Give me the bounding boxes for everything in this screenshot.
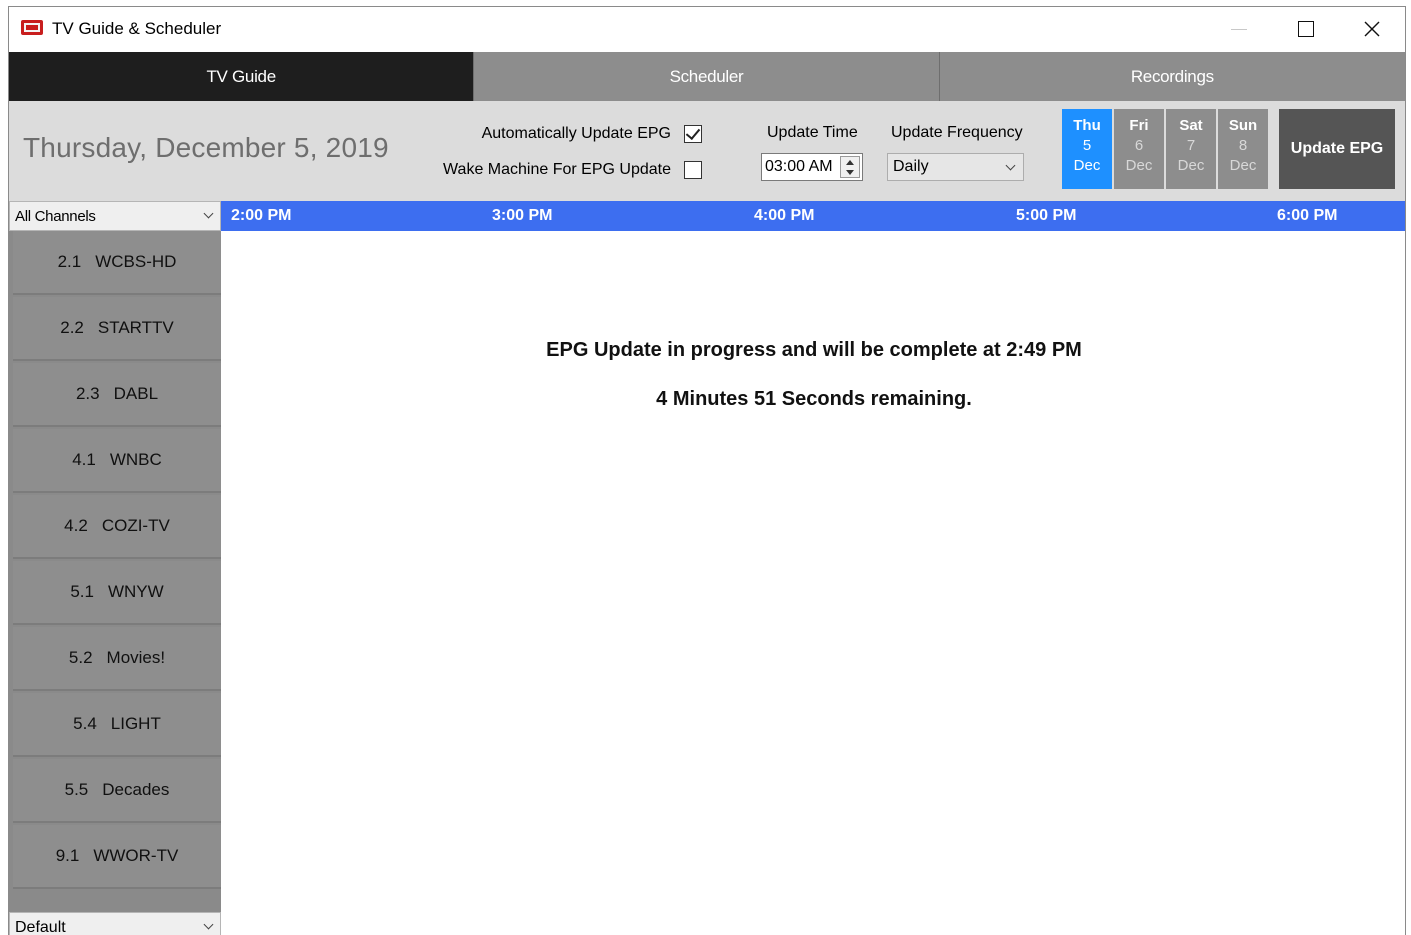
channel-number: 5.1 xyxy=(70,582,94,601)
day-selector: Thu 5 Dec Fri 6 Dec Sat 7 Dec Sun 8 Dec xyxy=(1062,109,1268,189)
spin-down-icon[interactable] xyxy=(846,170,854,175)
channel-row[interactable]: 5.5 Decades xyxy=(13,759,221,823)
channel-number: 2.1 xyxy=(57,252,82,271)
wake-machine-label: Wake Machine For EPG Update xyxy=(443,161,671,178)
channel-filter-select[interactable]: All Channels xyxy=(9,201,221,231)
day-button-sat[interactable]: Sat 7 Dec xyxy=(1166,109,1216,189)
channel-number: 4.2 xyxy=(64,516,88,535)
channel-name: WNBC xyxy=(109,450,162,469)
day-name: Fri xyxy=(1129,117,1149,134)
chevron-down-icon xyxy=(203,208,214,219)
channel-row[interactable]: 5.2 Movies! xyxy=(13,627,221,691)
day-name: Thu xyxy=(1073,117,1101,134)
epg-progress-message: EPG Update in progress and will be compl… xyxy=(546,339,1082,361)
minimize-button[interactable] xyxy=(1212,7,1268,52)
channel-row[interactable]: 2.2 STARTTV xyxy=(13,297,221,361)
time-slot-label: 2:00 PM xyxy=(231,207,292,224)
day-button-fri[interactable]: Fri 6 Dec xyxy=(1114,109,1164,189)
channel-number: 4.1 xyxy=(72,450,96,469)
channel-number: 5.5 xyxy=(64,780,89,799)
app-window: TV Guide & Scheduler TV Guide Scheduler … xyxy=(8,6,1406,935)
channel-row[interactable]: 5.4 LIGHT xyxy=(13,693,221,757)
tab-scheduler[interactable]: Scheduler xyxy=(473,52,939,101)
guide-grid: EPG Update in progress and will be compl… xyxy=(221,231,1405,935)
tv-app-icon xyxy=(21,20,43,35)
profile-select[interactable]: Default xyxy=(9,912,221,935)
channel-filter-value: All Channels xyxy=(15,208,96,225)
main-tabs: TV Guide Scheduler Recordings xyxy=(9,52,1405,101)
time-slot-label: 6:00 PM xyxy=(1277,207,1338,224)
close-button[interactable] xyxy=(1344,7,1400,52)
time-slot-label: 5:00 PM xyxy=(1016,207,1077,224)
channel-list: 2.1 WCBS-HD 2.2 STARTTV 2.3 DABL 4.1 WNB… xyxy=(9,231,221,912)
auto-update-checkbox[interactable] xyxy=(684,124,702,143)
day-button-thu[interactable]: Thu 5 Dec xyxy=(1062,109,1112,189)
channel-row[interactable]: 4.1 WNBC xyxy=(13,429,221,493)
day-number: 6 xyxy=(1134,137,1144,154)
time-header: 2:00 PM 3:00 PM 4:00 PM 5:00 PM 6:00 PM xyxy=(221,201,1405,231)
day-name: Sat xyxy=(1179,117,1203,134)
update-time-spinner[interactable]: 03:00 AM xyxy=(761,153,863,181)
time-slot-label: 3:00 PM xyxy=(492,207,553,224)
channel-number: 2.2 xyxy=(60,318,84,337)
close-icon xyxy=(1364,21,1380,37)
checkmark-icon xyxy=(685,124,701,141)
channel-row[interactable]: 2.3 DABL xyxy=(13,363,221,427)
window-title: TV Guide & Scheduler xyxy=(52,19,222,38)
day-number: 8 xyxy=(1238,137,1248,154)
update-time-label: Update Time xyxy=(767,124,858,141)
spin-up-icon[interactable] xyxy=(846,160,854,165)
update-frequency-value: Daily xyxy=(893,158,929,175)
current-date-title: Thursday, December 5, 2019 xyxy=(23,132,389,163)
update-time-value[interactable]: 03:00 AM xyxy=(765,158,833,176)
channel-row[interactable]: 5.1 WNYW xyxy=(13,561,221,625)
time-slot-label: 4:00 PM xyxy=(754,207,815,224)
day-number: 7 xyxy=(1186,137,1196,154)
profile-value: Default xyxy=(15,919,66,935)
channel-name: WCBS-HD xyxy=(95,252,177,271)
chevron-down-icon xyxy=(1005,160,1016,171)
spinner-buttons[interactable] xyxy=(840,156,860,178)
tab-tv-guide[interactable]: TV Guide xyxy=(9,52,474,101)
title-bar: TV Guide & Scheduler xyxy=(9,7,1405,52)
channel-name: Decades xyxy=(102,780,170,799)
day-month: Dec xyxy=(1177,157,1205,174)
guide-toolbar: Thursday, December 5, 2019 Automatically… xyxy=(9,101,1405,201)
day-name: Sun xyxy=(1228,117,1258,134)
channel-number: 2.3 xyxy=(75,384,100,403)
day-month: Dec xyxy=(1229,157,1257,174)
channel-name: LIGHT xyxy=(110,714,161,733)
channel-number: 5.2 xyxy=(68,648,93,667)
wake-machine-checkbox[interactable] xyxy=(684,161,702,179)
update-frequency-label: Update Frequency xyxy=(891,124,1023,141)
tab-recordings[interactable]: Recordings xyxy=(938,52,1405,101)
day-button-sun[interactable]: Sun 8 Dec xyxy=(1218,109,1268,189)
day-month: Dec xyxy=(1125,157,1153,174)
channel-row[interactable]: 4.2 COZI-TV xyxy=(13,495,221,559)
update-epg-button[interactable]: Update EPG xyxy=(1279,109,1395,189)
day-number: 5 xyxy=(1082,137,1092,154)
maximize-button[interactable] xyxy=(1278,7,1334,52)
channel-name: WWOR-TV xyxy=(93,846,179,865)
channel-name: STARTTV xyxy=(97,318,174,337)
channel-number: 5.4 xyxy=(73,714,97,733)
chevron-down-icon xyxy=(203,919,214,930)
update-frequency-select[interactable]: Daily xyxy=(887,153,1024,181)
channel-name: WNYW xyxy=(107,582,164,601)
auto-update-label: Automatically Update EPG xyxy=(481,125,671,142)
channel-number: 9.1 xyxy=(55,846,80,865)
channel-name: DABL xyxy=(113,384,159,403)
channel-name: COZI-TV xyxy=(101,516,170,535)
channel-row[interactable]: 2.1 WCBS-HD xyxy=(13,231,221,295)
epg-remaining-message: 4 Minutes 51 Seconds remaining. xyxy=(656,388,972,410)
day-month: Dec xyxy=(1073,157,1101,174)
channel-row[interactable]: 9.1 WWOR-TV xyxy=(13,825,221,889)
channel-name: Movies! xyxy=(106,648,166,667)
